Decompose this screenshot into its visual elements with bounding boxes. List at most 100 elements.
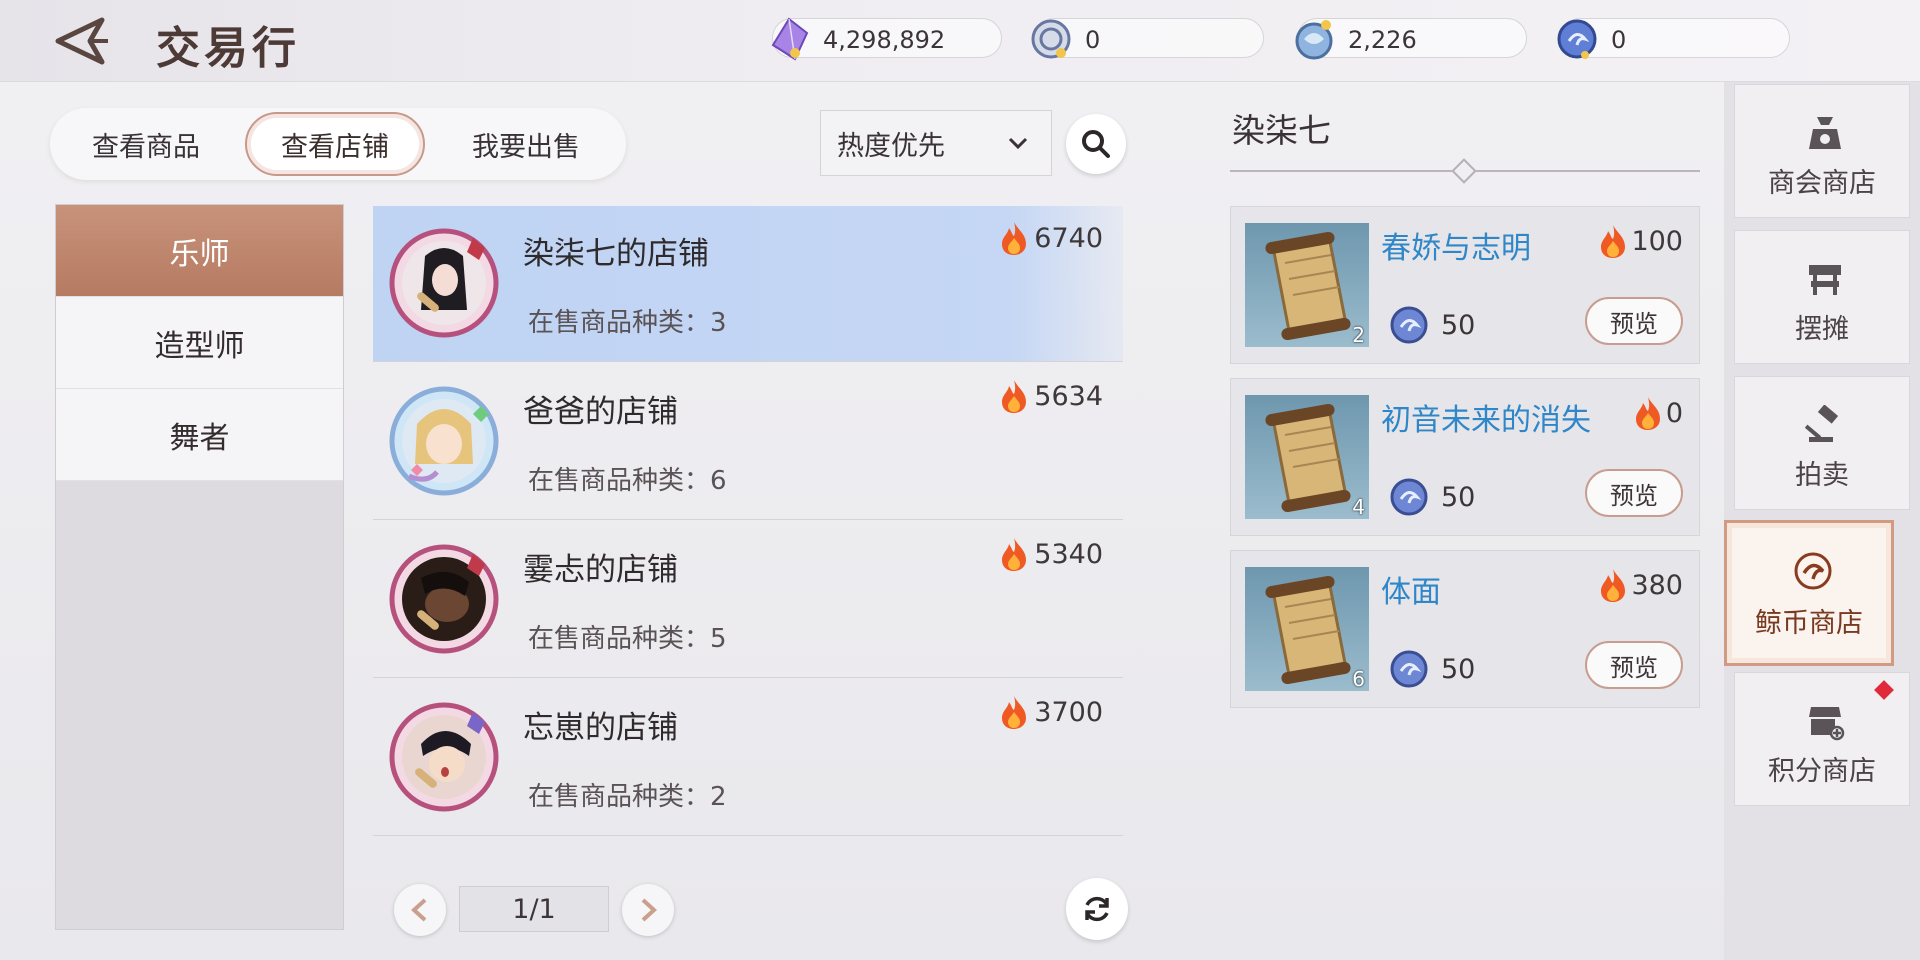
shop-avatar bbox=[389, 544, 499, 654]
whale-coin-icon bbox=[1390, 478, 1428, 516]
back-button[interactable] bbox=[50, 14, 120, 68]
gavel-icon bbox=[1805, 405, 1839, 442]
back-arrow-icon bbox=[55, 17, 108, 65]
shop-heat-value: 5634 bbox=[1034, 380, 1103, 412]
scroll-icon bbox=[1265, 231, 1351, 341]
item-thumbnail: 6 bbox=[1245, 567, 1369, 691]
item-price-value: 50 bbox=[1441, 481, 1476, 513]
tab-view-goods[interactable]: 查看商品 bbox=[56, 112, 236, 176]
refresh-button[interactable] bbox=[1066, 878, 1128, 940]
currency-value: 0 bbox=[1085, 26, 1101, 54]
shop-item-count: 在售商品种类：6 bbox=[528, 466, 727, 496]
refresh-icon bbox=[1085, 896, 1109, 922]
item-price: 50 bbox=[1389, 305, 1475, 345]
currency-value: 0 bbox=[1611, 26, 1627, 54]
preview-button[interactable]: 预览 bbox=[1585, 641, 1683, 689]
item-name: 春娇与志明 bbox=[1381, 231, 1531, 266]
silver-coin-icon bbox=[1031, 19, 1071, 59]
page-title: 交易行 bbox=[156, 23, 300, 74]
category-stylist[interactable]: 造型师 bbox=[56, 297, 343, 389]
shop-heat-value: 5340 bbox=[1034, 538, 1103, 570]
fire-icon bbox=[1002, 222, 1027, 255]
shop-name: 霎忐的店铺 bbox=[523, 552, 678, 588]
scroll-icon bbox=[1265, 403, 1351, 513]
nav-stall[interactable]: 摆摊 bbox=[1734, 230, 1910, 364]
nav-label: 商会商店 bbox=[1768, 168, 1876, 199]
item-heat: 0 bbox=[1632, 395, 1683, 431]
shop-heat: 5634 bbox=[998, 378, 1103, 414]
currency-value: 2,226 bbox=[1348, 26, 1417, 54]
shop-heat: 5340 bbox=[998, 536, 1103, 572]
top-bar: 交易行 4,298,892 0 2,226 0 bbox=[0, 0, 1920, 82]
item-heat-value: 0 bbox=[1665, 397, 1683, 429]
shop-list: 染柒七的店铺 在售商品种类：3 6740 爸爸的店铺 在售商品种类：6 5634… bbox=[373, 206, 1123, 866]
nav-label: 积分商店 bbox=[1768, 756, 1876, 787]
points-shop-icon bbox=[1809, 707, 1845, 741]
chevron-down-icon bbox=[1008, 137, 1028, 150]
shop-row[interactable]: 忘崽的店铺 在售商品种类：2 3700 bbox=[373, 680, 1123, 836]
tab-view-shops[interactable]: 查看店铺 bbox=[245, 112, 425, 176]
item-quantity: 4 bbox=[1352, 495, 1365, 519]
item-name: 初音未来的消失 bbox=[1381, 403, 1591, 438]
item-quantity: 2 bbox=[1352, 323, 1365, 347]
fire-icon bbox=[1601, 225, 1626, 258]
category-sidebar: 乐师 造型师 舞者 bbox=[55, 204, 344, 930]
nav-whale-coin-shop[interactable]: 鲸币商店 bbox=[1724, 520, 1894, 666]
dragon-coin-icon bbox=[1295, 20, 1333, 60]
shop-name: 爸爸的店铺 bbox=[523, 394, 678, 430]
preview-button[interactable]: 预览 bbox=[1585, 469, 1683, 517]
currency-dragon: 2,226 bbox=[1295, 18, 1527, 60]
item-price-value: 50 bbox=[1441, 309, 1476, 341]
item-heat: 380 bbox=[1597, 567, 1683, 603]
next-page-button[interactable] bbox=[622, 884, 674, 936]
currency-crystal: 4,298,892 bbox=[771, 17, 1002, 61]
fire-icon bbox=[1002, 538, 1027, 571]
item-card[interactable]: 6 体面 380 50 预览 bbox=[1230, 550, 1700, 708]
item-heat: 100 bbox=[1597, 223, 1683, 259]
shop-avatar bbox=[389, 386, 499, 496]
shop-heat-value: 6740 bbox=[1034, 222, 1103, 254]
whale-coin-icon bbox=[1390, 650, 1428, 688]
item-quantity: 6 bbox=[1352, 667, 1365, 691]
nav-label: 鲸币商店 bbox=[1755, 608, 1863, 639]
prev-page-button[interactable] bbox=[394, 884, 446, 936]
item-heat-value: 100 bbox=[1631, 225, 1683, 257]
nav-label: 拍卖 bbox=[1795, 460, 1849, 491]
preview-button[interactable]: 预览 bbox=[1585, 297, 1683, 345]
tab-sell[interactable]: 我要出售 bbox=[436, 112, 616, 176]
page-indicator: 1/1 bbox=[459, 886, 609, 932]
whale-coin-icon bbox=[1794, 552, 1832, 590]
merchant-bag-icon bbox=[1809, 117, 1841, 149]
stall-icon bbox=[1809, 265, 1841, 295]
shop-avatar bbox=[389, 228, 499, 338]
shop-heat-value: 3700 bbox=[1034, 696, 1103, 728]
search-icon bbox=[1082, 130, 1110, 158]
shop-owner-name: 染柒七 bbox=[1232, 111, 1331, 150]
whale-coin-icon bbox=[1557, 19, 1597, 59]
divider-ornament bbox=[1451, 158, 1477, 184]
chevron-right-icon bbox=[641, 898, 657, 922]
shop-row[interactable]: 染柒七的店铺 在售商品种类：3 6740 bbox=[373, 206, 1123, 362]
item-thumbnail: 2 bbox=[1245, 223, 1369, 347]
item-price-value: 50 bbox=[1441, 653, 1476, 685]
nav-merchant-shop[interactable]: 商会商店 bbox=[1734, 84, 1910, 218]
shop-item-count: 在售商品种类：2 bbox=[528, 782, 727, 812]
chevron-left-icon bbox=[411, 898, 427, 922]
shop-name: 染柒七的店铺 bbox=[523, 236, 709, 272]
currency-whale: 0 bbox=[1557, 18, 1790, 59]
nav-points-shop[interactable]: 积分商店 bbox=[1734, 672, 1910, 806]
shop-heat: 6740 bbox=[998, 220, 1103, 256]
item-card[interactable]: 2 春娇与志明 100 50 预览 bbox=[1230, 206, 1700, 364]
fire-icon bbox=[1002, 380, 1027, 413]
item-card[interactable]: 4 初音未来的消失 0 50 预览 bbox=[1230, 378, 1700, 536]
item-price: 50 bbox=[1389, 649, 1475, 689]
shop-row[interactable]: 霎忐的店铺 在售商品种类：5 5340 bbox=[373, 522, 1123, 678]
sort-dropdown[interactable]: 热度优先 bbox=[820, 110, 1052, 176]
category-musician[interactable]: 乐师 bbox=[56, 205, 343, 297]
shop-row[interactable]: 爸爸的店铺 在售商品种类：6 5634 bbox=[373, 364, 1123, 520]
shop-name: 忘崽的店铺 bbox=[523, 710, 678, 746]
search-button[interactable] bbox=[1066, 114, 1126, 174]
currency-value: 4,298,892 bbox=[823, 26, 946, 54]
nav-auction[interactable]: 拍卖 bbox=[1734, 376, 1910, 510]
category-dancer[interactable]: 舞者 bbox=[56, 389, 343, 481]
